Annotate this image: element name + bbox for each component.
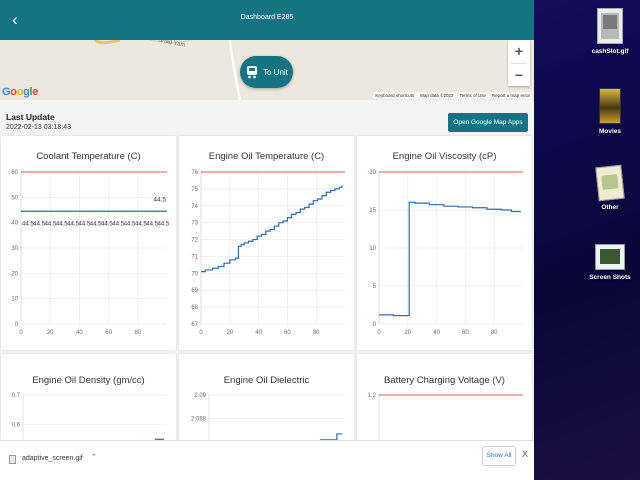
value-annotation: 44.5 (153, 196, 166, 203)
chart-card-engine-oil-temperature: Engine Oil Temperature (C) 67 68 69 70 71 72 7… (179, 136, 354, 350)
report-error-link[interactable]: Report a map error (492, 93, 530, 98)
y-tick-label: 5 (373, 284, 377, 290)
y-tick-label: 0.7 (12, 393, 21, 399)
screenshots-folder-icon (595, 244, 625, 270)
y-tick-label: 30 (11, 246, 18, 252)
x-tick-label: 60 (284, 330, 291, 336)
zoom-in-button[interactable]: + (508, 40, 530, 63)
y-tick-label: 68 (191, 305, 198, 311)
y-tick-label: 1.2 (368, 393, 377, 399)
x-tick-label: 0 (377, 330, 381, 336)
chart-card-engine-oil-viscosity: Engine Oil Viscosity (cP) 0 5 10 15 20 0 20 40 6… (357, 136, 532, 350)
app-header: ‹ Dashboard E285 (0, 0, 534, 40)
y-tick-label: 74 (191, 204, 198, 210)
chart-coolant-temperature: 01020304050600 20 40 60 8044.5 44.5 44.5 44.5 44… (11, 170, 170, 336)
x-tick-label: 20 (47, 330, 54, 336)
to-unit-label: To Unit (263, 67, 288, 77)
google-logo: Google (2, 86, 39, 98)
chart-engine-oil-temperature: 67 68 69 70 71 72 73 74 75 76 0 20 40 60 80 (191, 170, 345, 336)
open-google-maps-button[interactable]: Open Google Map Apps (448, 113, 528, 132)
chart-engine-oil-viscosity: 0 5 10 15 20 0 20 40 60 80 (369, 170, 523, 336)
y-tick-label: 10 (11, 297, 18, 303)
y-tick-label: 20 (11, 271, 18, 277)
close-download-bar-button[interactable]: X (522, 449, 528, 459)
data-point-label: 44.5 (158, 221, 170, 227)
terms-link[interactable]: Terms of Use (459, 93, 486, 98)
x-tick-label: 80 (491, 330, 498, 336)
series-line (201, 185, 343, 273)
map-footer: Keyboard shortcuts Map data ©2022 Terms … (373, 92, 532, 99)
x-tick-label: 20 (404, 330, 411, 336)
zoom-controls: + − (508, 40, 530, 86)
chart-engine-oil-density: 0.50.60.7 (12, 393, 167, 440)
y-tick-label: 70 (191, 271, 198, 277)
x-tick-label: 60 (462, 330, 469, 336)
chart-battery-charging-voltage: 11.2 (368, 393, 523, 440)
zoom-out-button[interactable]: − (508, 64, 530, 87)
y-tick-label: 15 (369, 208, 376, 214)
series-line (379, 201, 521, 317)
download-filename[interactable]: adaptive_screen.gif (22, 455, 83, 462)
last-update-title: Last Update (6, 112, 55, 122)
to-unit-button[interactable]: To Unit (240, 56, 293, 88)
x-tick-label: 0 (19, 330, 23, 336)
y-tick-label: 0 (373, 322, 377, 328)
y-tick-label: 71 (191, 254, 198, 260)
last-update-timestamp: 2022-02-13 03:18:43 (6, 124, 71, 131)
y-tick-label: 60 (11, 170, 18, 176)
y-tick-label: 73 (191, 221, 198, 227)
y-tick-label: 40 (11, 221, 18, 227)
chart-engine-oil-dielectric: 2.0862.0882.09 (191, 393, 345, 440)
chart-card-engine-oil-density: Engine Oil Density (gm/cc) 0.50.60.7 (1, 354, 176, 440)
other-folder-icon (595, 164, 625, 202)
browser-window: ‹ Dashboard E285 Shad Yam + − To Unit Go… (0, 0, 534, 480)
y-tick-label: 75 (191, 187, 198, 193)
x-tick-label: 80 (313, 330, 320, 336)
x-tick-label: 60 (105, 330, 112, 336)
y-tick-label: 69 (191, 288, 198, 294)
page-title: Dashboard E285 (240, 14, 294, 21)
chart-card-coolant-temperature: Coolant Temperature (C) 0 10 20 30 40 50 60 0 20… (1, 136, 176, 350)
y-tick-label: 10 (369, 246, 376, 252)
vehicle-icon (247, 66, 257, 79)
file-icon (9, 455, 16, 464)
chevron-up-icon[interactable]: ⌃ (91, 453, 97, 461)
y-tick-label: 2.088 (191, 417, 207, 423)
y-tick-label: 0 (15, 322, 19, 328)
movies-folder-icon (599, 88, 621, 124)
y-tick-label: 76 (191, 170, 198, 176)
y-tick-label: 0.6 (12, 423, 21, 429)
map-view[interactable]: Shad Yam + − To Unit Google Keyboard sho… (0, 40, 534, 100)
y-tick-label: 2.09 (194, 393, 206, 399)
show-all-button[interactable]: Show All (482, 446, 516, 466)
chart-card-engine-oil-dielectric: Engine Oil Dielectric 2.0862.0882.09 (179, 354, 354, 440)
x-tick-label: 80 (134, 330, 141, 336)
y-tick-label: 67 (191, 322, 198, 328)
keyboard-shortcuts-link[interactable]: Keyboard shortcuts (375, 93, 414, 98)
desktop-icon-movies[interactable]: Movies (580, 88, 640, 135)
y-tick-label: 20 (369, 170, 376, 176)
x-tick-label: 40 (76, 330, 83, 336)
y-tick-label: 50 (11, 195, 18, 201)
x-tick-label: 0 (199, 330, 203, 336)
desktop-icon-cashslot[interactable]: cashSlot.gif (580, 8, 640, 55)
x-tick-label: 40 (433, 330, 440, 336)
x-tick-label: 40 (255, 330, 262, 336)
x-tick-label: 20 (226, 330, 233, 336)
chart-card-battery-charging-voltage: Battery Charging Voltage (V) 11.2 (357, 354, 532, 440)
map-data-text: Map data ©2022 (420, 93, 454, 98)
gif-file-icon (597, 8, 623, 44)
download-bar: adaptive_screen.gif ⌃ (0, 440, 534, 480)
desktop-icon-other[interactable]: Other (580, 164, 640, 211)
desktop-icon-screen-shots[interactable]: Screen Shots (580, 244, 640, 281)
y-tick-label: 72 (191, 238, 198, 244)
